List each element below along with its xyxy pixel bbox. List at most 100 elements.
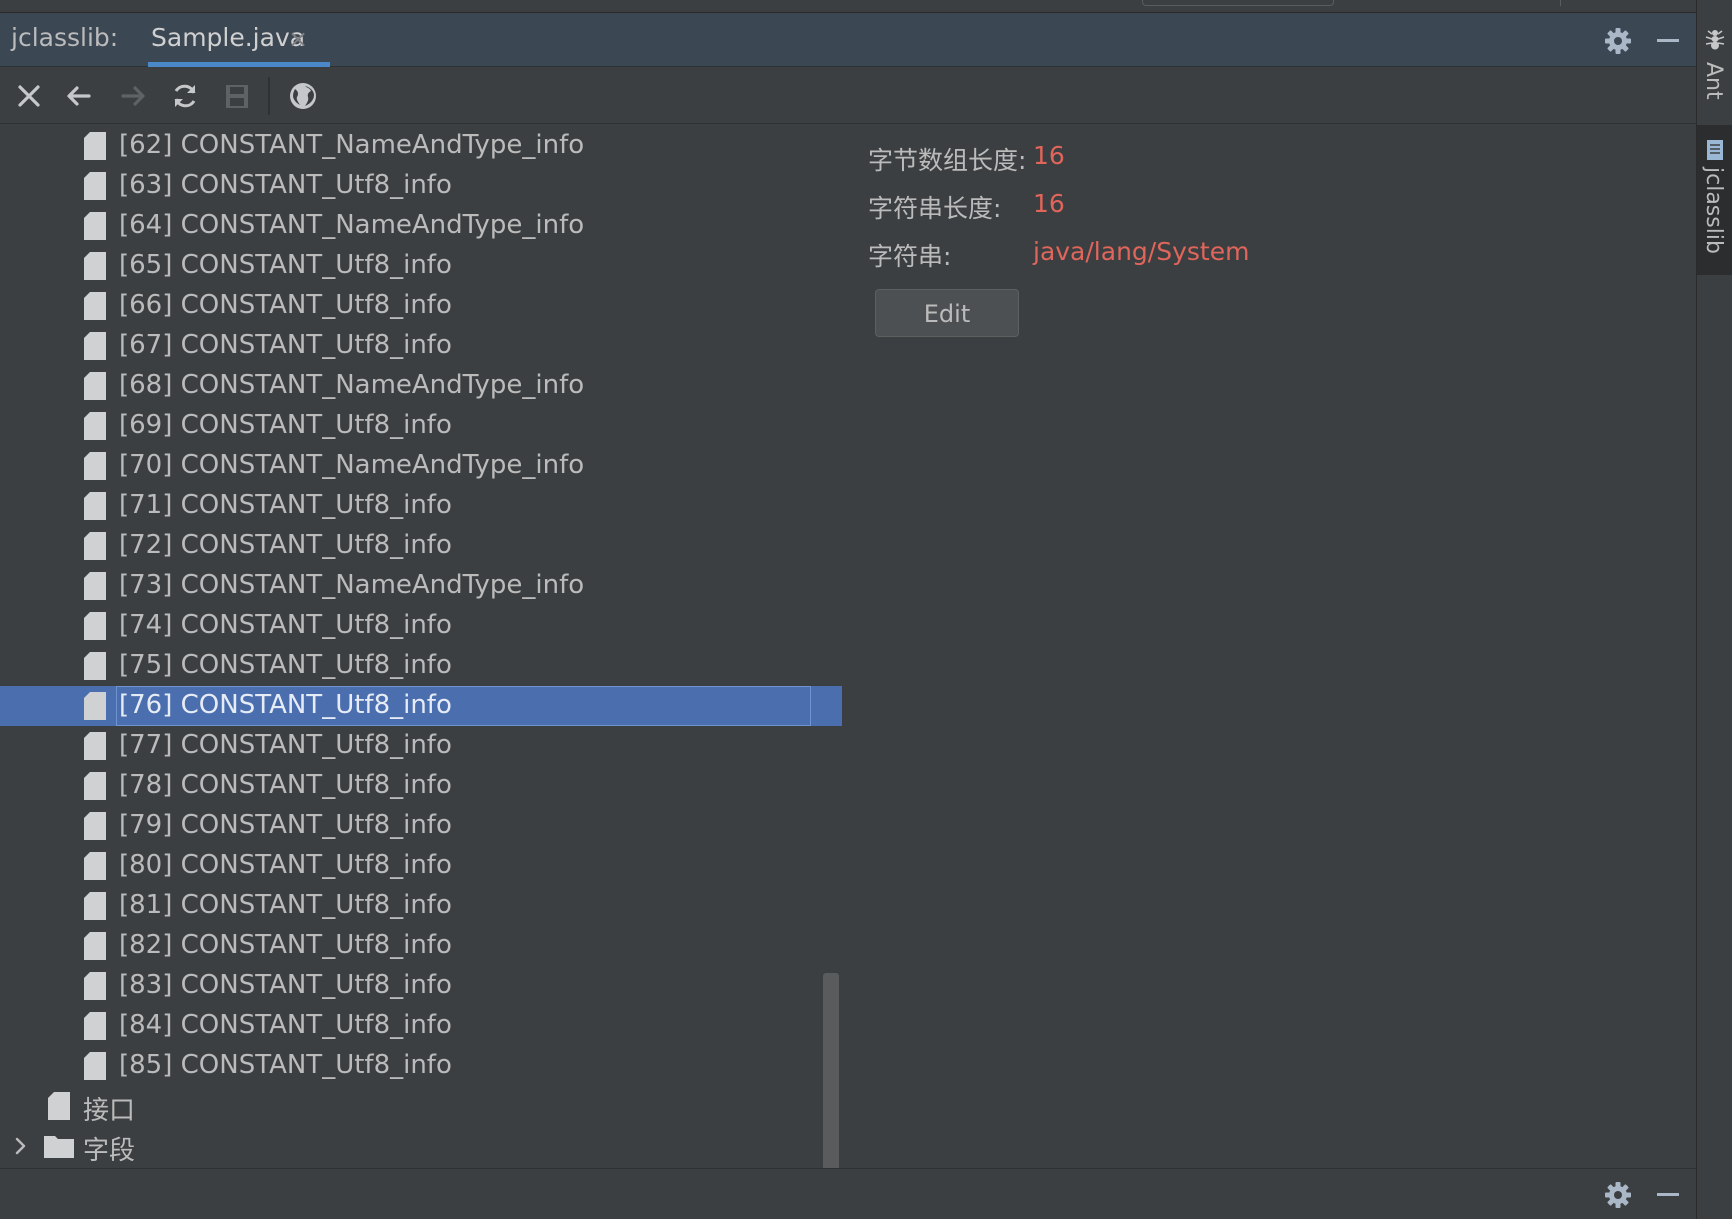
- minimize-icon[interactable]: [1652, 1179, 1684, 1211]
- file-icon: [84, 492, 106, 520]
- settings-gear-icon[interactable]: [1602, 1179, 1634, 1211]
- folder-icon: [44, 1134, 74, 1158]
- save-icon[interactable]: [220, 79, 254, 113]
- side-tab-ant[interactable]: Ant: [1697, 18, 1732, 110]
- file-icon: [84, 652, 106, 680]
- tree-item-label: [70] CONSTANT_NameAndType_info: [119, 450, 585, 480]
- minimize-icon[interactable]: [1652, 25, 1684, 57]
- file-icon: [48, 1092, 70, 1120]
- file-icon: [84, 532, 106, 560]
- tool-window-title: jclasslib:: [11, 23, 119, 52]
- tree-item-constant[interactable]: [72] CONSTANT_Utf8_info: [0, 526, 842, 566]
- bottom-bar: [0, 1168, 1696, 1219]
- string-length-value: 16: [1033, 189, 1065, 218]
- tab-close-icon[interactable]: ×: [288, 25, 308, 53]
- file-icon: [84, 372, 106, 400]
- tree-item-constant[interactable]: [84] CONSTANT_Utf8_info: [0, 1006, 842, 1046]
- tree-item-constant[interactable]: [62] CONSTANT_NameAndType_info: [0, 126, 842, 166]
- jclasslib-icon: [1706, 139, 1724, 165]
- tree-item-constant[interactable]: [85] CONSTANT_Utf8_info: [0, 1046, 842, 1086]
- back-arrow-icon[interactable]: [62, 79, 96, 113]
- globe-icon[interactable]: [286, 79, 320, 113]
- class-file-tree[interactable]: [62] CONSTANT_NameAndType_info [63] CONST…: [0, 125, 842, 1168]
- tree-item-label: [79] CONSTANT_Utf8_info: [119, 810, 452, 840]
- tree-item-constant[interactable]: [69] CONSTANT_Utf8_info: [0, 406, 842, 446]
- chevron-right-icon[interactable]: [12, 1133, 30, 1159]
- forward-arrow-icon[interactable]: [116, 79, 150, 113]
- tree-item-label: [83] CONSTANT_Utf8_info: [119, 970, 452, 1000]
- tree-item-constant[interactable]: [82] CONSTANT_Utf8_info: [0, 926, 842, 966]
- file-icon: [84, 1052, 106, 1080]
- tree-item-constant[interactable]: [78] CONSTANT_Utf8_info: [0, 766, 842, 806]
- settings-gear-icon[interactable]: [1602, 25, 1634, 57]
- tree-item-constant[interactable]: [80] CONSTANT_Utf8_info: [0, 846, 842, 886]
- string-length-label: 字符串长度:: [868, 194, 1002, 223]
- refresh-icon[interactable]: [168, 79, 202, 113]
- tree-item-constant[interactable]: [63] CONSTANT_Utf8_info: [0, 166, 842, 206]
- byte-length-label: 字节数组长度:: [868, 146, 1027, 175]
- tree-item-label: [64] CONSTANT_NameAndType_info: [119, 210, 585, 240]
- file-icon: [84, 452, 106, 480]
- tree-scrollbar[interactable]: [823, 973, 839, 1168]
- tree-item-constant[interactable]: [77] CONSTANT_Utf8_info: [0, 726, 842, 766]
- tree-item-label: [72] CONSTANT_Utf8_info: [119, 530, 452, 560]
- tab-label: Sample.java: [151, 23, 306, 52]
- top-strip: [0, 0, 1696, 13]
- file-icon: [84, 132, 106, 160]
- tree-item-constant[interactable]: [81] CONSTANT_Utf8_info: [0, 886, 842, 926]
- tree-item-label: [65] CONSTANT_Utf8_info: [119, 250, 452, 280]
- tree-item-label: [71] CONSTANT_Utf8_info: [119, 490, 452, 520]
- tree-item-label: [67] CONSTANT_Utf8_info: [119, 330, 452, 360]
- right-tool-stripe: Ant jclasslib: [1696, 0, 1732, 1219]
- tree-item-constant[interactable]: [74] CONSTANT_Utf8_info: [0, 606, 842, 646]
- tree-item-label: [75] CONSTANT_Utf8_info: [119, 650, 452, 680]
- file-icon: [84, 892, 106, 920]
- tree-item-constant[interactable]: [83] CONSTANT_Utf8_info: [0, 966, 842, 1006]
- file-icon: [84, 972, 106, 1000]
- tree-item-label: [76] CONSTANT_Utf8_info: [119, 690, 452, 720]
- tree-item-label: [84] CONSTANT_Utf8_info: [119, 1010, 452, 1040]
- tree-item-constant[interactable]: [79] CONSTANT_Utf8_info: [0, 806, 842, 846]
- tree-item-constant[interactable]: [75] CONSTANT_Utf8_info: [0, 646, 842, 686]
- string-label: 字符串:: [868, 242, 952, 271]
- side-tab-jclasslib[interactable]: jclasslib: [1697, 125, 1732, 275]
- file-icon: [84, 332, 106, 360]
- tree-item-constant[interactable]: [70] CONSTANT_NameAndType_info: [0, 446, 842, 486]
- tree-item-label: [85] CONSTANT_Utf8_info: [119, 1050, 452, 1080]
- tree-item-label: [68] CONSTANT_NameAndType_info: [119, 370, 585, 400]
- tree-item-label: [78] CONSTANT_Utf8_info: [119, 770, 452, 800]
- jclasslib-tool-window: jclasslib: Sample.java × [62] CONSTANT_N…: [0, 0, 1732, 1219]
- file-icon: [84, 572, 106, 600]
- file-icon: [84, 772, 106, 800]
- tree-item-constant[interactable]: [67] CONSTANT_Utf8_info: [0, 326, 842, 366]
- ant-icon: [1704, 28, 1726, 54]
- detail-panel: 字节数组长度: 16 字符串长度: 16 字符串: java/lang/Syst…: [842, 125, 1696, 1168]
- tree-item-constant[interactable]: [68] CONSTANT_NameAndType_info: [0, 366, 842, 406]
- tree-item-constant[interactable]: [65] CONSTANT_Utf8_info: [0, 246, 842, 286]
- tree-item-fields[interactable]: 字段: [0, 1126, 842, 1166]
- tree-item-label: [66] CONSTANT_Utf8_info: [119, 290, 452, 320]
- toolbar-separator: [268, 77, 270, 115]
- side-tab-ant-label: Ant: [1701, 62, 1726, 100]
- tree-item-constant[interactable]: [64] CONSTANT_NameAndType_info: [0, 206, 842, 246]
- tree-item-label: [63] CONSTANT_Utf8_info: [119, 170, 452, 200]
- top-strip-tab: [1142, 0, 1334, 6]
- tree-item-constant[interactable]: [73] CONSTANT_NameAndType_info: [0, 566, 842, 606]
- tree-item-label: [81] CONSTANT_Utf8_info: [119, 890, 452, 920]
- string-value: java/lang/System: [1033, 237, 1250, 266]
- tree-item-interfaces[interactable]: 接口: [0, 1086, 842, 1126]
- tree-item-label: [74] CONSTANT_Utf8_info: [119, 610, 452, 640]
- file-icon: [84, 612, 106, 640]
- file-icon: [84, 812, 106, 840]
- tab-sample-java[interactable]: Sample.java ×: [148, 13, 330, 67]
- file-icon: [84, 692, 106, 720]
- byte-length-value: 16: [1033, 141, 1065, 170]
- close-icon[interactable]: [12, 79, 46, 113]
- tree-item-constant[interactable]: [71] CONSTANT_Utf8_info: [0, 486, 842, 526]
- file-icon: [84, 732, 106, 760]
- file-icon: [84, 292, 106, 320]
- tree-item-constant[interactable]: [76] CONSTANT_Utf8_info: [0, 686, 842, 726]
- tree-item-constant[interactable]: [66] CONSTANT_Utf8_info: [0, 286, 842, 326]
- file-icon: [84, 252, 106, 280]
- edit-button[interactable]: Edit: [875, 289, 1019, 337]
